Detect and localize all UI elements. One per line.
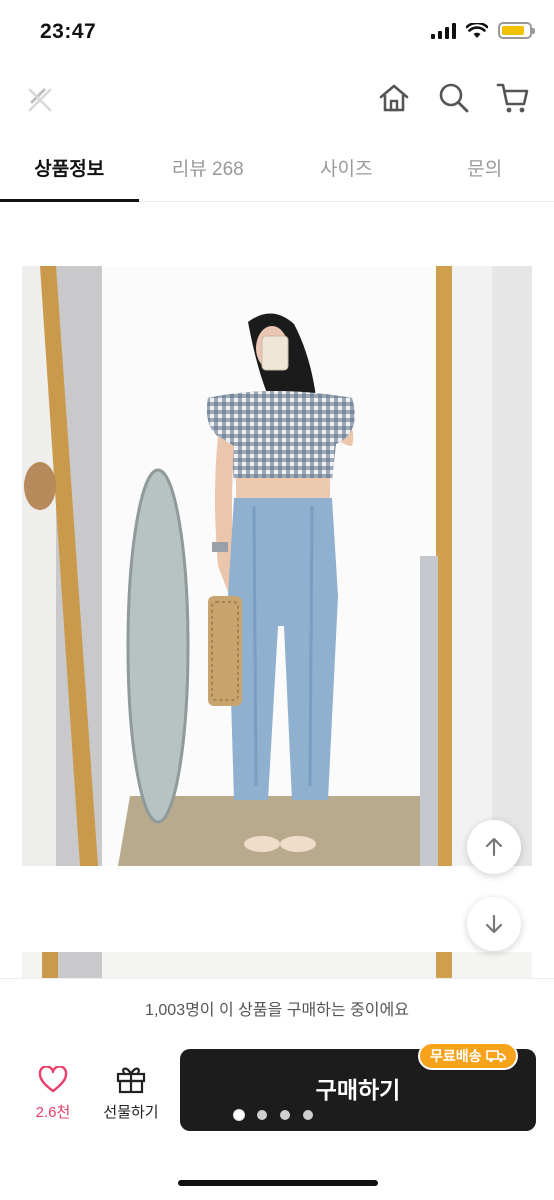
- tab-reviews[interactable]: 리뷰 268: [139, 136, 278, 201]
- product-photo: [22, 266, 532, 866]
- gift-icon: [116, 1067, 146, 1094]
- product-tabs: 상품정보 리뷰 268 사이즈 문의: [0, 136, 554, 202]
- app-header: [0, 66, 554, 136]
- home-indicator: [178, 1180, 378, 1186]
- carousel-indicator: [234, 1110, 313, 1120]
- cellular-signal-icon: [431, 22, 456, 39]
- bottom-purchase-bar: 2.6천 선물하기 구매하기 무료배송: [0, 1030, 554, 1200]
- free-shipping-label: 무료배송: [430, 1048, 482, 1064]
- back-chevron-icon[interactable]: [22, 82, 58, 118]
- arrow-down-icon: [485, 914, 503, 934]
- battery-icon: [498, 22, 535, 39]
- truck-icon: [485, 1050, 506, 1063]
- battery-level: [502, 26, 525, 35]
- like-button[interactable]: 2.6천: [22, 1065, 84, 1122]
- free-shipping-badge: 무료배송: [418, 1042, 518, 1070]
- carousel-dot: [280, 1110, 290, 1120]
- tab-size[interactable]: 사이즈: [277, 136, 416, 201]
- carousel-dot: [303, 1110, 313, 1120]
- buying-now-banner: 1,003명이 이 상품을 구매하는 중이에요: [0, 978, 554, 1030]
- cart-icon[interactable]: [495, 80, 531, 116]
- scroll-up-button[interactable]: [467, 820, 521, 874]
- heart-icon: [38, 1065, 68, 1093]
- wifi-icon: [466, 22, 488, 38]
- like-count: 2.6천: [35, 1104, 71, 1121]
- status-time: 23:47: [40, 20, 97, 43]
- tab-inquiry[interactable]: 문의: [416, 136, 554, 201]
- search-icon[interactable]: [436, 80, 472, 116]
- gift-label: 선물하기: [103, 1104, 159, 1121]
- mirror-selfie-illustration: [22, 266, 532, 866]
- carousel-dot: [234, 1110, 244, 1120]
- home-icon[interactable]: [376, 80, 412, 116]
- scroll-down-button[interactable]: [467, 897, 521, 951]
- carousel-dot: [257, 1110, 267, 1120]
- status-bar: 23:47: [0, 0, 554, 66]
- tab-product-info[interactable]: 상품정보: [0, 136, 139, 202]
- status-icons: [431, 22, 535, 39]
- gift-button[interactable]: 선물하기: [96, 1064, 166, 1122]
- arrow-up-icon: [485, 837, 503, 857]
